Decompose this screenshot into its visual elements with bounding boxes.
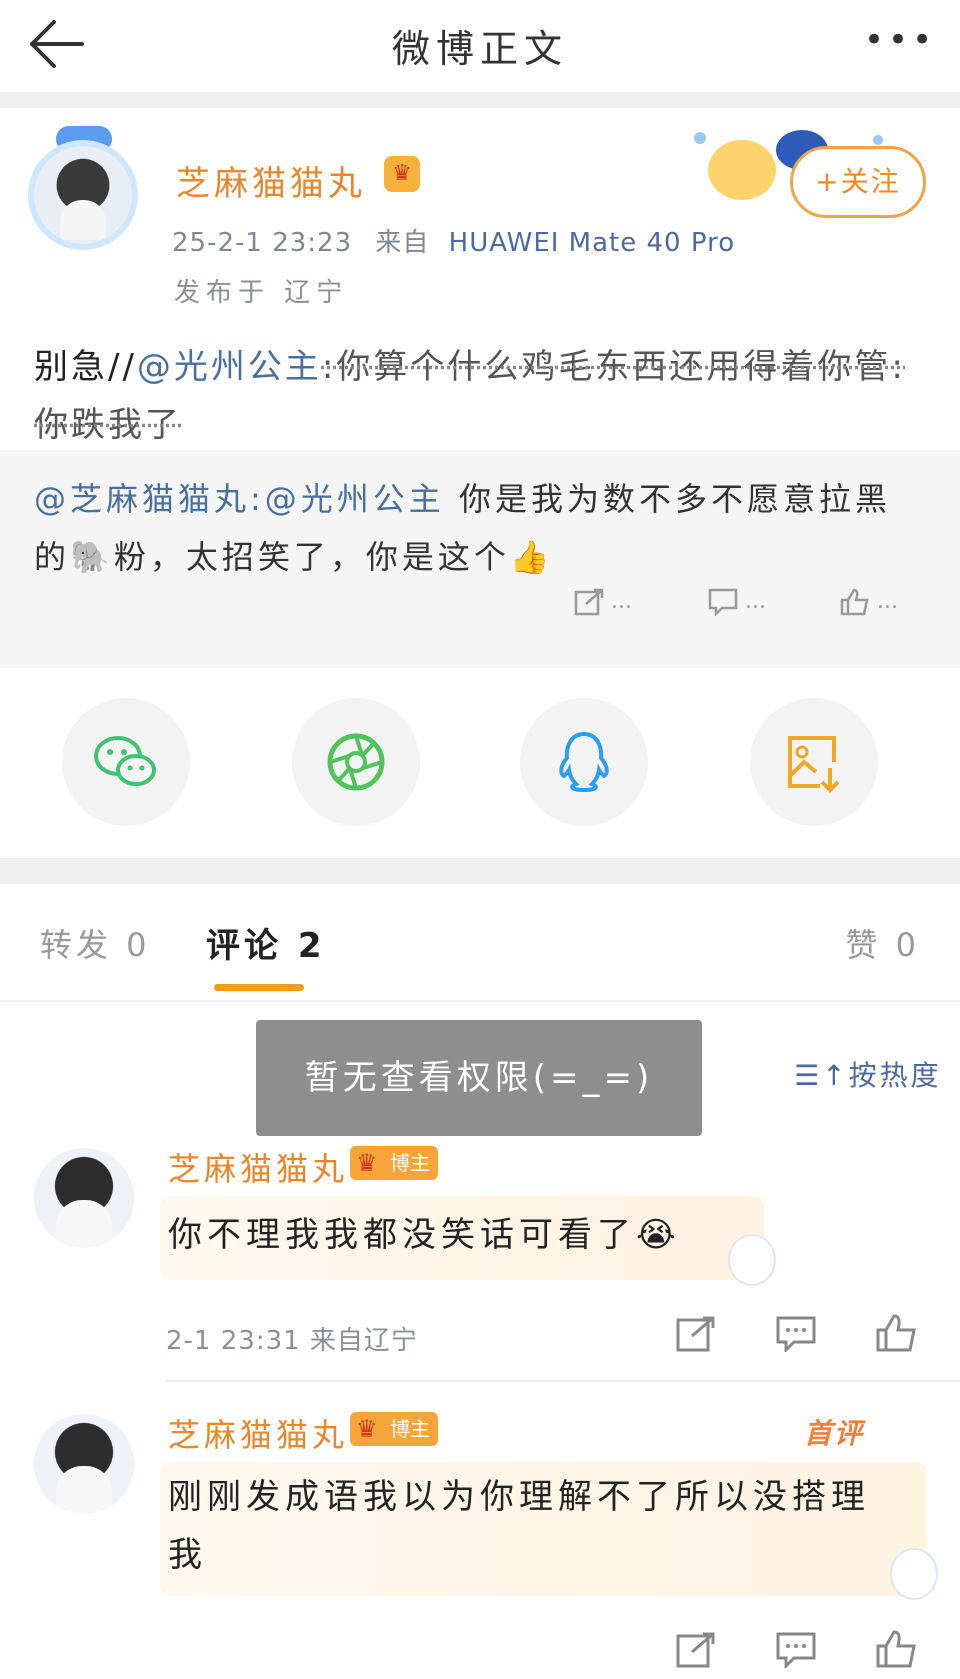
comment-author[interactable]: 芝麻猫猫丸 xyxy=(168,1410,348,1456)
retweet-share-action[interactable]: ... xyxy=(574,588,632,628)
sort-label: 按热度 xyxy=(848,1059,942,1092)
divider xyxy=(0,858,960,884)
comment-share-button[interactable] xyxy=(676,1316,716,1352)
like-icon xyxy=(840,588,869,616)
comment-icon xyxy=(776,1632,816,1668)
comment-icon xyxy=(708,588,738,618)
share-icon xyxy=(676,1632,715,1668)
qq-icon xyxy=(559,731,609,793)
follow-button[interactable]: +关注 xyxy=(790,146,926,218)
like-icon xyxy=(876,1630,916,1668)
active-tab-indicator xyxy=(214,984,304,991)
comment-like-button[interactable] xyxy=(876,1630,918,1668)
save-image-button[interactable] xyxy=(750,698,878,826)
post-time: 25-2-1 23:23 xyxy=(172,228,353,258)
share-icon xyxy=(676,1316,715,1352)
tab-repost[interactable]: 转发 0 xyxy=(40,920,151,966)
scribbled-text-line2: 你跌我了 xyxy=(34,405,182,445)
donald-duck-sticker-icon xyxy=(890,1548,938,1600)
blogger-badge: 博主 xyxy=(350,1412,438,1446)
author-avatar[interactable] xyxy=(28,140,138,250)
top-bar: 微博正文 ••• xyxy=(0,0,960,92)
vip-crown-icon: ♛ xyxy=(384,156,420,192)
divider xyxy=(0,1000,960,1002)
share-qq-button[interactable] xyxy=(520,698,648,826)
mention-link[interactable]: @光州公主 xyxy=(137,347,322,387)
comment-like-button[interactable] xyxy=(876,1314,918,1352)
moments-icon xyxy=(327,733,385,791)
comment-reply-button[interactable] xyxy=(776,1632,816,1668)
comment-text: 你不理我我都没笑话可看了😭 xyxy=(168,1215,681,1255)
save-image-icon xyxy=(788,736,840,793)
blogger-badge: 博主 xyxy=(350,1146,438,1180)
share-moments-button[interactable] xyxy=(292,698,420,826)
comment-icon xyxy=(776,1316,816,1352)
comment-share-button[interactable] xyxy=(676,1632,716,1668)
post-text-prefix: 别急// xyxy=(34,347,137,387)
divider xyxy=(0,92,960,108)
comment-reply-button[interactable] xyxy=(776,1316,816,1352)
tab-comment[interactable]: 评论 2 xyxy=(206,918,326,967)
comment-text: 刚刚发成语我以为你理解不了所以没搭理我 xyxy=(168,1477,870,1575)
retweet-author-mention[interactable]: @芝麻猫猫丸: xyxy=(34,480,265,518)
retweet-like-action[interactable]: ... xyxy=(840,588,898,628)
share-wechat-button[interactable] xyxy=(62,698,190,826)
retweet-text-2: 的🐘粉，太招笑了，你是这个👍 xyxy=(34,538,554,576)
like-icon xyxy=(876,1314,916,1352)
comment-avatar[interactable] xyxy=(34,1414,134,1514)
post-meta: 25-2-1 23:23 来自 HUAWEI Mate 40 Pro xyxy=(172,222,735,259)
divider xyxy=(166,1380,960,1382)
retweet-comment-action[interactable]: ... xyxy=(708,588,766,628)
scribbled-text: :你算个什么鸡毛东西还用得着你管: xyxy=(321,347,906,387)
tab-like[interactable]: 赞 0 xyxy=(845,920,920,966)
author-name[interactable]: 芝麻猫猫丸 xyxy=(176,156,366,205)
donald-duck-sticker-icon xyxy=(728,1234,776,1286)
retweet-share-count: ... xyxy=(611,589,632,614)
retweet-text: @芝麻猫猫丸:@光州公主 你是我为数不多不愿意拉黑 的🐘粉，太招笑了，你是这个👍 xyxy=(34,470,934,586)
sort-by-hot-button[interactable]: ☰↑按热度 xyxy=(794,1054,942,1094)
retweet-text-1: 你是我为数不多不愿意拉黑 xyxy=(444,480,891,518)
post-device[interactable]: HUAWEI Mate 40 Pro xyxy=(449,228,735,258)
share-icon xyxy=(574,588,604,616)
permission-toast: 暂无查看权限(=_=) xyxy=(256,1020,702,1136)
from-label: 来自 xyxy=(375,228,430,258)
comment-meta: 2-1 23:31 来自辽宁 xyxy=(166,1326,418,1356)
more-options-icon[interactable]: ••• xyxy=(864,22,936,62)
retweet-mention[interactable]: @光州公主 xyxy=(265,480,445,518)
sort-icon: ☰↑ xyxy=(794,1059,849,1092)
retweet-like-count: ... xyxy=(877,589,898,614)
retweet-comment-count: ... xyxy=(745,589,766,614)
first-comment-tag: 首评 xyxy=(803,1417,864,1450)
wechat-icon xyxy=(94,736,156,786)
page-title: 微博正文 xyxy=(391,27,568,71)
post-location: 发布于 辽宁 xyxy=(174,278,349,308)
comment-author[interactable]: 芝麻猫猫丸 xyxy=(168,1144,348,1190)
post-body: 别急//@光州公主:你算个什么鸡毛东西还用得着你管: 你跌我了 xyxy=(34,338,934,454)
comment-avatar[interactable] xyxy=(34,1148,134,1248)
